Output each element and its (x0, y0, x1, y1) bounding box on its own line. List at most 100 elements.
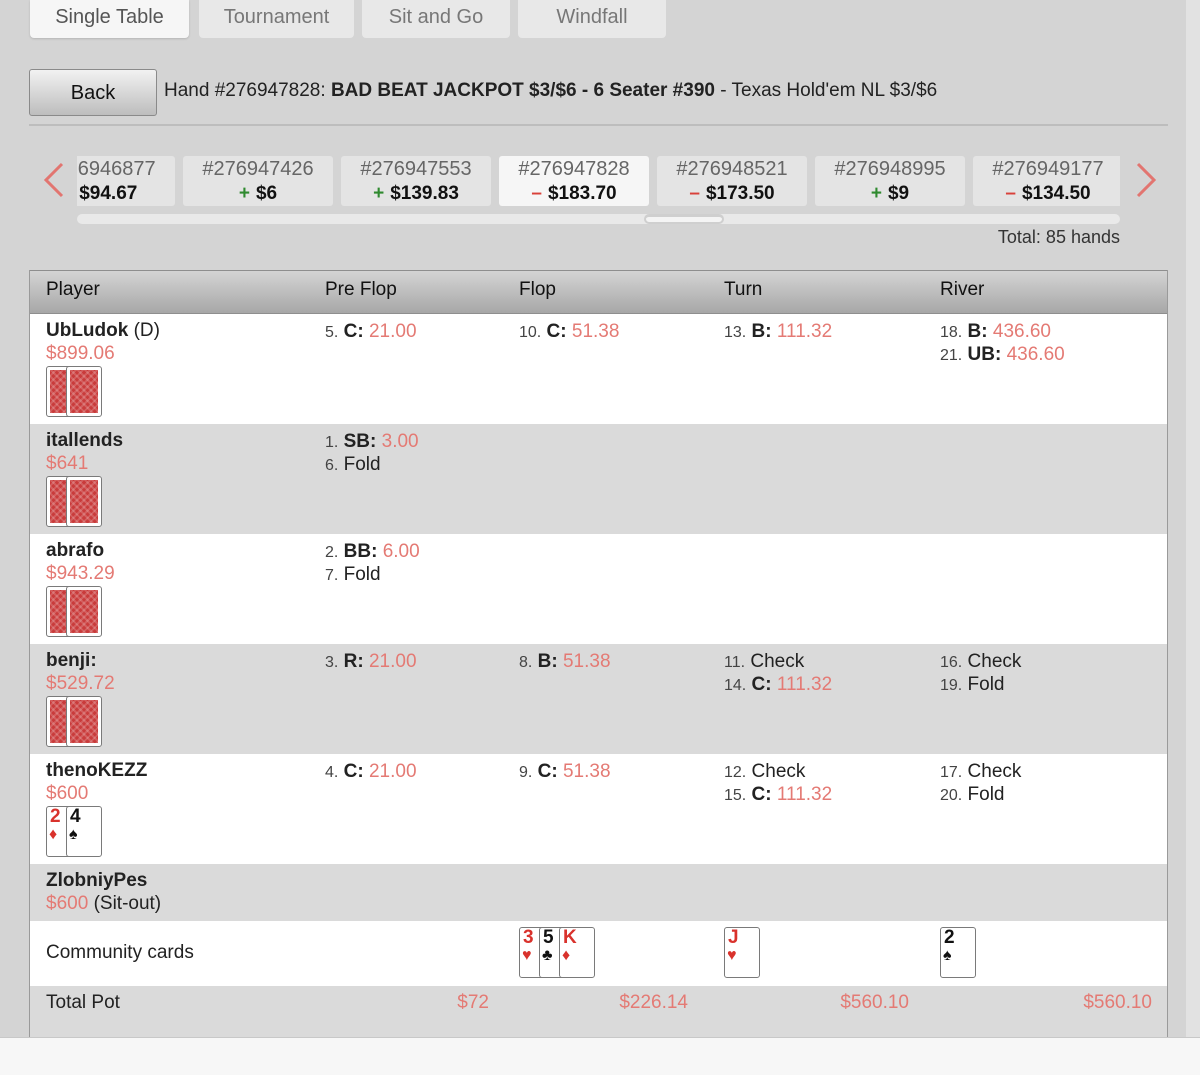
player-stack-amount: $600 (46, 893, 89, 914)
player-row: benji: $529.72 3. R: 21.00 8. B: 51.38 11. C… (30, 644, 1167, 754)
action-river: 21. UB: 436.60 (940, 343, 1065, 367)
hand-chip-sign: – (689, 183, 700, 204)
hand-chip[interactable]: #276946877–$94.67 (77, 156, 175, 206)
action-river: 17. Check (940, 760, 1021, 784)
action-turn: 13. B: 111.32 (724, 320, 832, 344)
card-suit-icon: ♦ (49, 826, 58, 843)
action-number: 9. (519, 764, 533, 781)
player-name: ZlobniyPes (46, 870, 147, 892)
player-row: ZlobniyPes $600 (Sit-out) (30, 864, 1167, 921)
community-cards-label: Community cards (46, 942, 194, 963)
action-amount: 436.60 (992, 321, 1051, 342)
player-name: itallends (46, 430, 123, 452)
hand-chip-sign: + (373, 183, 385, 204)
action-type: C: (343, 761, 364, 782)
status-bar (0, 1037, 1200, 1075)
column-player: Player (46, 279, 100, 300)
tab-single-table[interactable]: Single Table (30, 0, 189, 38)
action-preflop: 2. BB: 6.00 (325, 540, 420, 564)
action-river: 18. B: 436.60 (940, 320, 1051, 344)
action-number: 21. (940, 347, 963, 364)
card-rank: 2 (944, 927, 955, 948)
action-amount: 111.32 (776, 784, 833, 805)
carousel-scrollbar[interactable] (77, 214, 1120, 224)
hand-chip-amount: $183.70 (547, 183, 617, 204)
hand-chip[interactable]: #276949177– $134.50 (973, 156, 1120, 206)
hand-chip-result: – $183.70 (499, 182, 649, 206)
sit-out-label: (Sit-out) (93, 893, 162, 914)
total-pot-row: Total Pot $72 $226.14 $560.10 $560.10 (30, 986, 1167, 1037)
hand-chip-sign: + (870, 183, 882, 204)
column-flop: Flop (519, 279, 556, 300)
action-type: B: (537, 651, 558, 672)
action-amount: 111.32 (776, 674, 833, 695)
action-amount: 21.00 (368, 321, 417, 342)
action-number: 11. (724, 654, 746, 671)
tab-sit-and-go[interactable]: Sit and Go (362, 0, 510, 38)
chevron-right-icon[interactable] (1134, 160, 1158, 200)
action-type: BB: (343, 541, 378, 562)
action-turn: 15. C: 111.32 (724, 783, 832, 807)
hand-chip-result: + $9 (815, 182, 965, 206)
tab-tournament[interactable]: Tournament (199, 0, 354, 38)
dealer-badge: (D) (133, 320, 160, 341)
action-preflop: 1. SB: 3.00 (325, 430, 419, 454)
hand-chip[interactable]: #276947553 + $139.83 (341, 156, 491, 206)
action-amount: 21.00 (368, 651, 417, 672)
carousel-scroll-thumb[interactable] (644, 214, 724, 224)
card-back-icon (66, 696, 102, 747)
tab-windfall[interactable]: Windfall (518, 0, 666, 38)
hand-chip-sign: – (531, 183, 542, 204)
hand-number: Hand #276947828: (164, 80, 326, 101)
action-type: B: (751, 321, 772, 342)
player-row: abrafo $943.29 2. BB: 6.00 7. Fold (30, 534, 1167, 644)
action-flop: 9. C: 51.38 (519, 760, 611, 784)
player-name: UbLudok (D) (46, 320, 160, 342)
back-button[interactable]: Back (29, 69, 157, 116)
page-scrollbar[interactable] (1186, 0, 1200, 1037)
action-type: Fold (967, 784, 1005, 805)
card-rank: 5 (543, 927, 554, 948)
total-pot-flop: $226.14 (619, 992, 688, 1013)
hand-chip[interactable]: #276947828– $183.70 (499, 156, 649, 206)
action-number: 15. (724, 787, 747, 804)
action-number: 13. (724, 324, 747, 341)
game-info: - Texas Hold'em NL $3/$6 (720, 80, 938, 101)
hand-chip-id: #276949177 (992, 158, 1104, 180)
player-stack-amount: $529.72 (46, 673, 115, 694)
player-stack-amount: $641 (46, 453, 89, 474)
player-name-text: UbLudok (46, 320, 129, 341)
player-name: abrafo (46, 540, 104, 562)
action-type: Check (967, 761, 1022, 782)
card-rank: 3 (523, 927, 534, 948)
card-back-icon (66, 366, 102, 417)
action-preflop: 5. C: 21.00 (325, 320, 417, 344)
action-type: Fold (967, 674, 1005, 695)
total-pot-turn: $560.10 (840, 992, 909, 1013)
action-turn: 14. C: 111.32 (724, 673, 832, 697)
card-rank: 2 (50, 806, 61, 827)
action-preflop: 4. C: 21.00 (325, 760, 417, 784)
hand-chip-result: + $139.83 (341, 182, 491, 206)
action-type: Check (967, 651, 1022, 672)
hand-chip-id: #276947553 (360, 158, 472, 180)
playing-card: J ♥ (724, 927, 760, 978)
card-rank: 4 (70, 806, 81, 827)
header-divider (29, 124, 1168, 126)
community-cards-row: Community cards 3 ♥ 5 ♣ K ♦ J ♥ 2 ♠ (30, 921, 1167, 986)
player-stack: $600 (Sit-out) (46, 893, 161, 915)
hand-chip-result: – $134.50 (973, 182, 1120, 206)
card-suit-icon: ♠ (943, 947, 952, 964)
action-number: 19. (940, 677, 963, 694)
player-name: thenoKEZZ (46, 760, 147, 782)
action-type: R: (343, 651, 364, 672)
action-type: C: (546, 321, 567, 342)
action-amount: 6.00 (382, 541, 420, 562)
action-type: Fold (343, 454, 381, 475)
hand-chip[interactable]: #276948521– $173.50 (657, 156, 807, 206)
hand-chip[interactable]: #276948995 + $9 (815, 156, 965, 206)
chevron-left-icon[interactable] (42, 160, 66, 200)
column-turn: Turn (724, 279, 763, 300)
hand-chip[interactable]: #276947426 + $6 (183, 156, 333, 206)
action-turn: 11. Check (724, 650, 804, 674)
